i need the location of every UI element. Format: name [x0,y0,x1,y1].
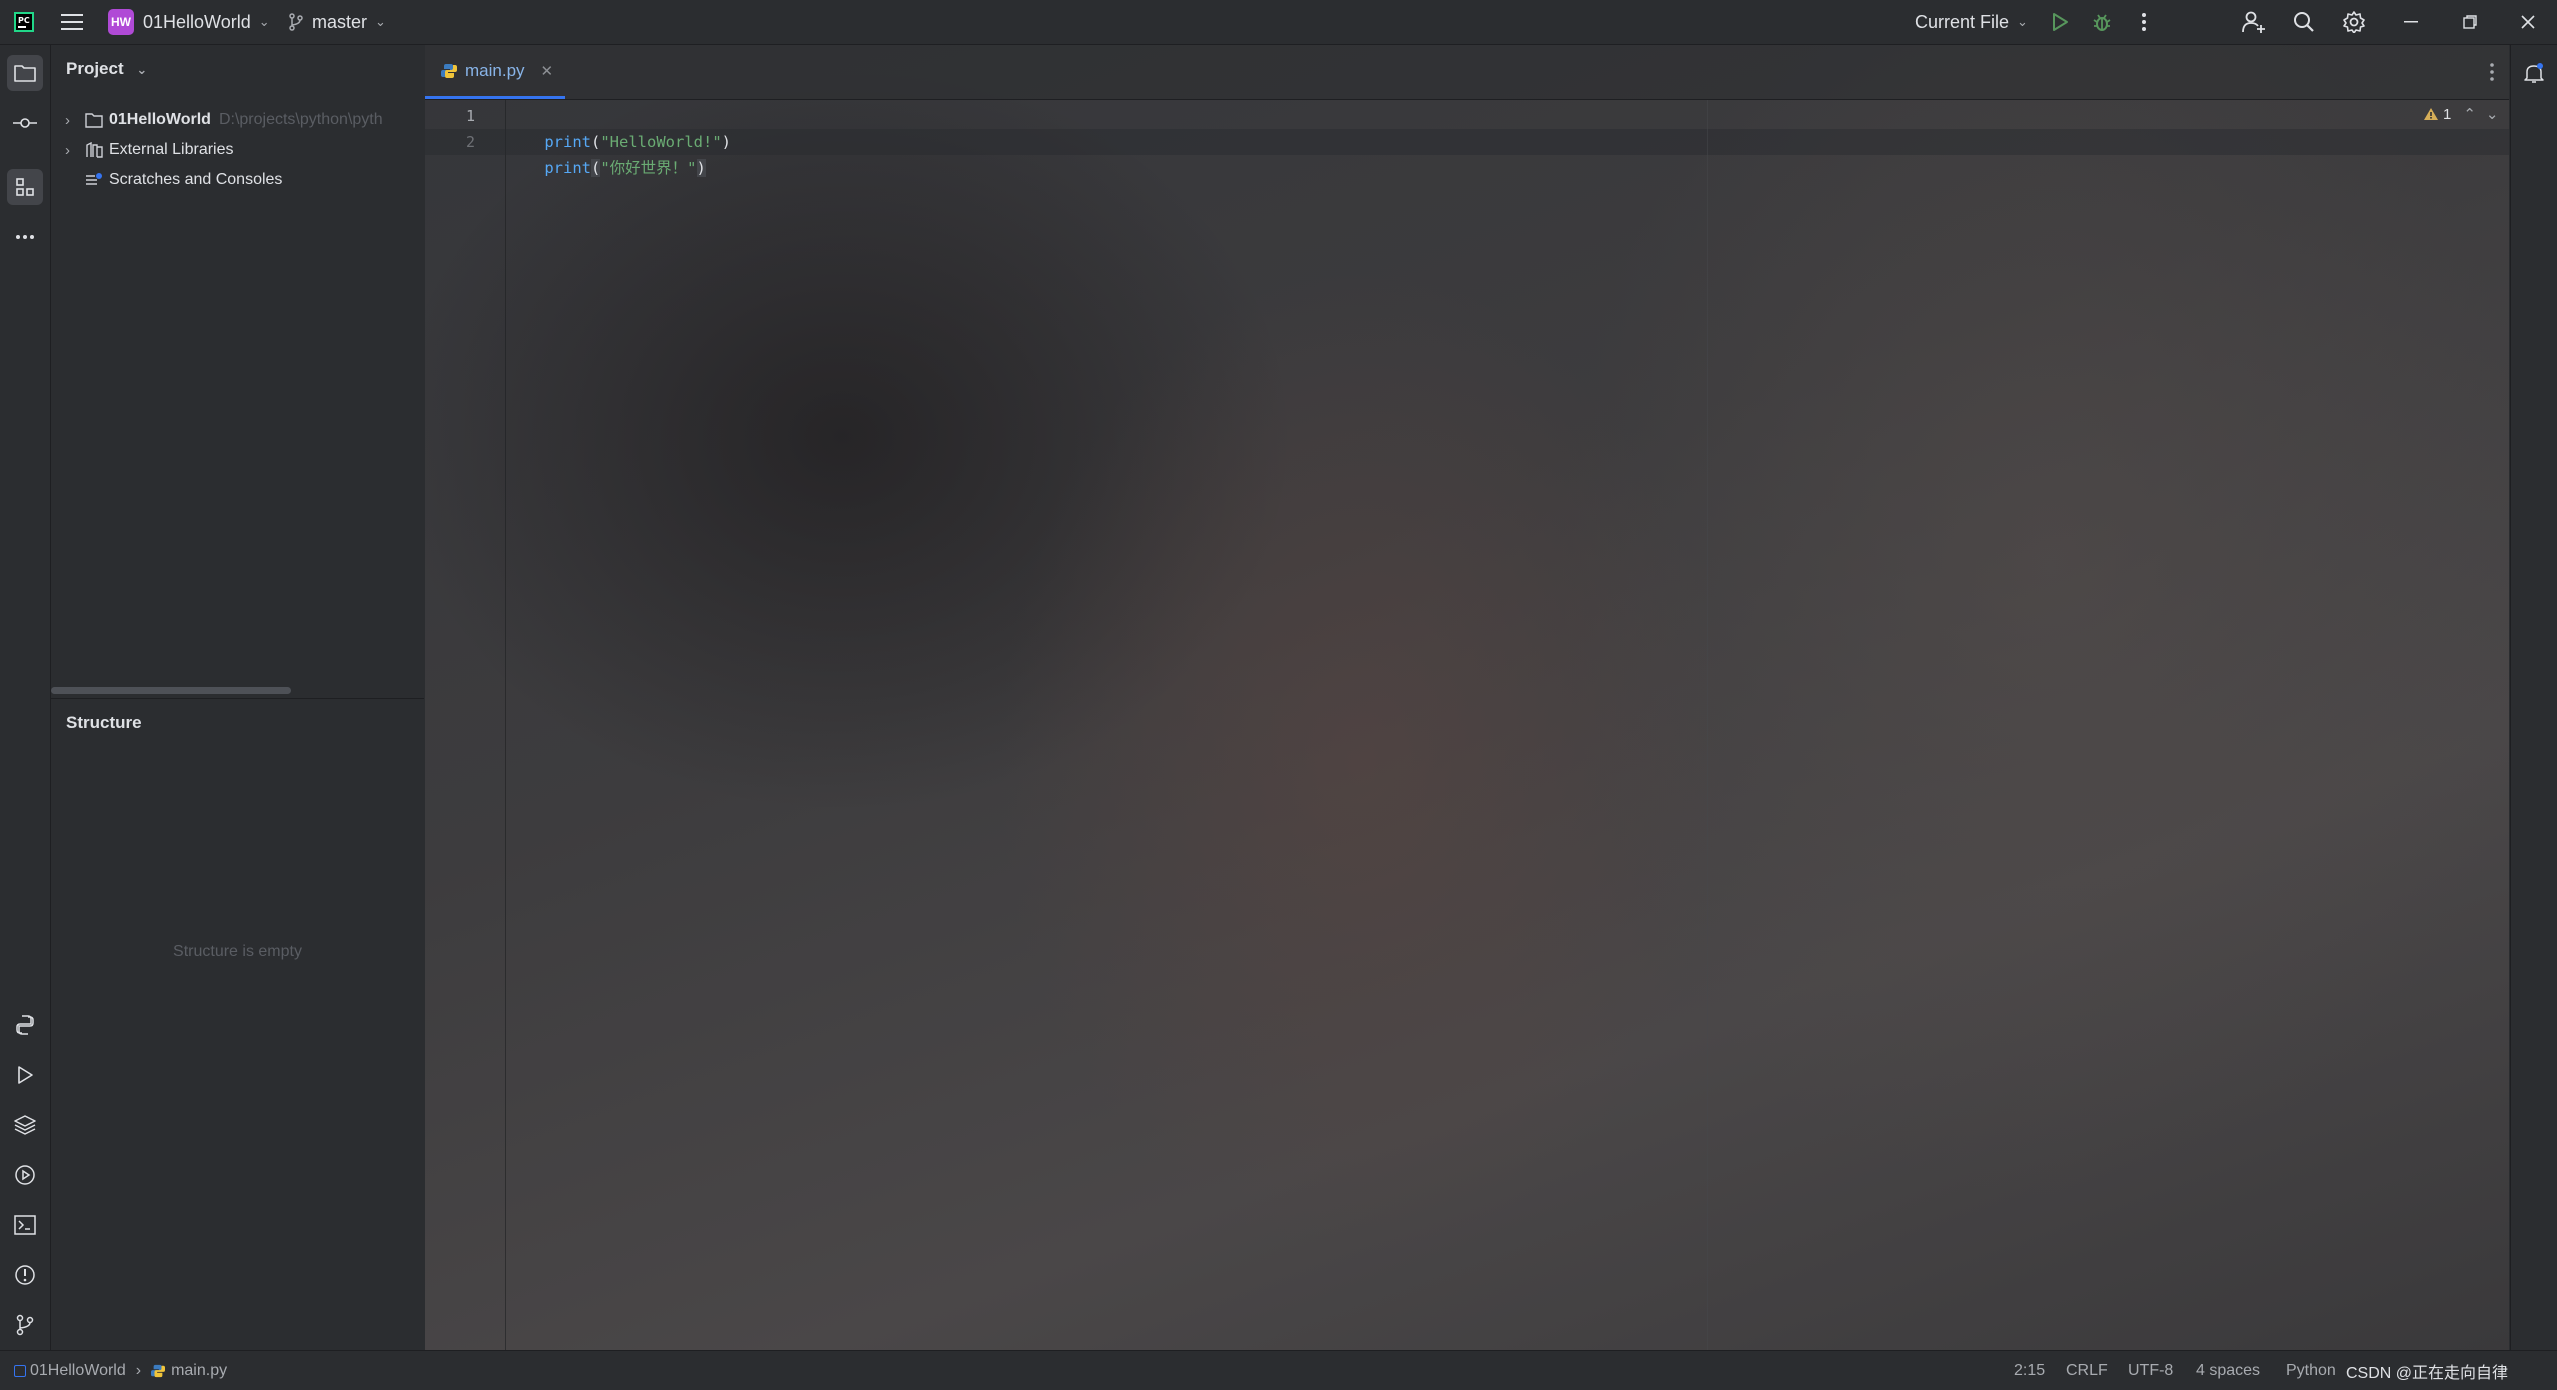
tree-item-project-root[interactable]: › 01HelloWorld D:\projects\python\pyth [51,106,383,134]
chevron-down-icon[interactable]: ⌄ [2486,105,2499,123]
more-actions-icon[interactable] [2128,6,2160,38]
settings-gear-icon[interactable] [2338,6,2370,38]
interpreter-selector[interactable]: Python [2286,1351,2336,1390]
project-selector[interactable]: HW 01HelloWorld ⌄ [108,0,270,44]
current-line-highlight [425,129,2509,155]
close-tab-icon[interactable]: ✕ [541,62,554,80]
warning-count: 1 [2443,105,2452,123]
module-icon [14,1364,26,1377]
library-icon [86,142,103,158]
project-panel-header[interactable]: Project ⌄ [66,59,147,79]
python-file-icon [151,1364,166,1377]
code-punctuation: ) [696,159,706,177]
project-panel: Project ⌄ › 01HelloWorld D:\projects\pyt… [51,45,424,697]
horizontal-scrollbar[interactable] [51,687,291,694]
line-ending[interactable]: CRLF [2066,1351,2108,1390]
tree-item-path: D:\projects\python\pyth [218,111,383,128]
project-panel-title: Project [66,59,124,78]
services-tool-icon[interactable] [7,1157,43,1193]
main-menu-icon[interactable] [56,6,88,38]
scratches-icon [86,173,102,185]
terminal-tool-icon[interactable] [7,1207,43,1243]
chevron-right-icon[interactable]: › [65,142,85,159]
git-tool-icon[interactable] [7,1307,43,1343]
pycharm-logo-icon[interactable]: PC [8,6,40,38]
line-number-gutter: 1 2 [425,100,506,1350]
line-number: 1 [465,107,475,125]
code-line[interactable]: print("HelloWorld!") [507,103,731,151]
run-tool-icon[interactable] [7,1057,43,1093]
python-file-icon [441,63,457,78]
layers-tool-icon[interactable] [7,1107,43,1143]
indent-setting[interactable]: 4 spaces [2196,1351,2260,1390]
branch-icon [289,13,303,31]
title-bar: PC HW 01HelloWorld ⌄ master ⌄ Current Fi… [0,0,2557,45]
chevron-up-icon[interactable]: ⌃ [2463,105,2476,123]
tree-item-label: 01HelloWorld [109,111,211,128]
editor-tab-bar: main.py ✕ [425,45,2509,100]
more-tools-icon[interactable] [7,219,43,255]
code-function-name: print [544,159,591,177]
svg-text:PC: PC [18,16,30,25]
right-tool-strip [2510,45,2557,1350]
tree-item-label: Scratches and Consoles [109,171,283,188]
run-config-selector[interactable]: Current File ⌄ [1915,0,2028,44]
chevron-right-icon: › [135,1361,142,1379]
file-encoding[interactable]: UTF-8 [2128,1351,2173,1390]
warning-icon [2424,108,2438,120]
project-badge: HW [108,9,134,35]
tree-item-external-libraries[interactable]: › External Libraries [51,136,234,164]
watermark-text: CSDN @正在走向自律 [2346,1364,2509,1382]
code-line[interactable]: print("你好世界！") [507,129,706,177]
breadcrumb-file[interactable]: main.py [171,1362,227,1380]
editor-area[interactable]: main.py ✕ 1 2 print("HelloWorld!") print… [425,45,2509,1350]
structure-tool-icon[interactable] [7,169,43,205]
chevron-down-icon: ⌄ [136,62,148,77]
chevron-down-icon: ⌄ [2017,14,2028,29]
status-bar: 01HelloWorld › main.py 2:15 CRLF UTF-8 4… [0,1350,2557,1390]
minimize-window-icon[interactable] [2396,6,2428,38]
editor-options-icon[interactable] [2489,62,2495,87]
search-icon[interactable] [2288,6,2320,38]
close-window-icon[interactable] [2512,6,2544,38]
restore-window-icon[interactable] [2454,6,2486,38]
commit-tool-icon[interactable] [7,105,43,141]
tree-item-label: External Libraries [109,141,234,158]
project-tool-folder-icon[interactable] [7,55,43,91]
inspection-widget[interactable]: 1 ⌃ ⌄ [2423,105,2499,123]
branch-name: master [312,11,368,32]
problems-tool-icon[interactable] [7,1257,43,1293]
branch-selector[interactable]: master ⌄ [288,0,386,44]
python-packages-icon[interactable] [7,1007,43,1043]
structure-empty-text: Structure is empty [173,943,302,960]
chevron-down-icon: ⌄ [258,14,270,29]
code-string: "你好世界！" [600,159,697,177]
folder-icon [85,112,103,128]
tree-item-scratches[interactable]: Scratches and Consoles [51,166,282,194]
chevron-right-icon[interactable]: › [65,112,85,129]
code-punctuation: ( [591,159,601,177]
code-punctuation: ) [721,133,732,151]
debug-icon[interactable] [2086,6,2118,38]
run-icon[interactable] [2044,6,2076,38]
project-name: 01HelloWorld [143,11,251,32]
breadcrumb: 01HelloWorld › main.py [14,1351,227,1390]
notifications-bell-icon[interactable] [2516,55,2552,91]
breadcrumb-project[interactable]: 01HelloWorld [30,1362,126,1380]
add-user-icon[interactable] [2238,6,2270,38]
structure-panel: Structure Structure is empty [51,698,424,1351]
tab-label: main.py [465,60,525,80]
left-tool-strip [0,45,51,1350]
structure-panel-title: Structure [66,713,142,732]
caret-position[interactable]: 2:15 [2014,1351,2045,1390]
editor-tab-main-py[interactable]: main.py ✕ [425,45,565,99]
run-config-label: Current File [1915,11,2010,32]
chevron-down-icon: ⌄ [375,14,386,29]
right-margin-guide [1707,100,1708,1350]
